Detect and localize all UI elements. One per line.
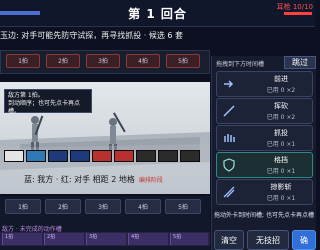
- enemy-queue: 1拍 2拍 3拍 4拍 5拍: [0, 232, 210, 246]
- battle-stage: 敌方第 1拍。 到动顺序；也可先点卡再点槽。 蓝: 我方 · 红: 对手 相距 …: [0, 82, 210, 194]
- grid-tile-enemy[interactable]: [92, 150, 112, 162]
- hp-bar-fill: [284, 12, 312, 15]
- panel-header-text: 拖拽到下方时间槽: [216, 61, 265, 68]
- enemy-queue-cell: 3拍: [86, 233, 126, 245]
- phase-tag: 编排阶段: [138, 177, 163, 184]
- enemy-slot-1[interactable]: 1拍: [6, 54, 40, 68]
- no-attack-button[interactable]: 无技招: [247, 230, 289, 250]
- enemy-queue-cell: 1拍: [2, 233, 42, 245]
- hp-bar: [284, 12, 312, 15]
- tooltip: 敌方第 1拍。 到动顺序；也可先点卡再点槽。: [4, 89, 92, 115]
- dash-icon: [224, 80, 234, 88]
- enemy-slot-5[interactable]: 5拍: [166, 54, 200, 68]
- grid-tile[interactable]: [158, 150, 178, 162]
- grid-tile[interactable]: [180, 150, 200, 162]
- grid-tile[interactable]: [70, 150, 90, 162]
- player-slot-4[interactable]: 4拍: [125, 199, 161, 214]
- ai-hint: 玉边: 对手可能先防守试探，再寻找抓投 · 候选 6 套: [0, 31, 184, 40]
- card-name: 挥砍: [274, 102, 288, 110]
- action-card-shadow-slash[interactable]: 掠影斩 已用 0 ×1: [216, 179, 313, 205]
- enemy-queue-cell: 5拍: [170, 233, 208, 245]
- clear-button[interactable]: 清空: [214, 230, 244, 250]
- enemy-queue-cell: 4拍: [128, 233, 168, 245]
- hp-label: 耳枪 10/10: [276, 3, 313, 11]
- drag-hint: 拖动外卡到时间槽; 也可先点卡再点槽: [214, 212, 314, 219]
- card-name: 掠影斩: [270, 183, 292, 191]
- card-name: 前进: [274, 75, 288, 83]
- card-count: 已用 0 ×2: [266, 87, 296, 94]
- top-bar: 第 1 回合 耳枪 10/10: [0, 0, 315, 27]
- slash-icon: [223, 105, 235, 117]
- grid-tile[interactable]: [48, 150, 68, 162]
- card-count: 已用 0 ×2: [266, 114, 296, 121]
- skip-button[interactable]: 跳过: [284, 56, 316, 69]
- action-card-grab[interactable]: 抓投 已用 0 ×1: [216, 125, 313, 151]
- grid-info: 蓝: 我方 · 红: 对手 相距 2 地格 编排阶段: [24, 174, 210, 186]
- card-count: 已用 0 ×1: [266, 141, 296, 148]
- tooltip-line-1: 敌方第 1拍。: [8, 92, 44, 99]
- grab-icon: [224, 134, 235, 142]
- grid-tile-player[interactable]: [26, 150, 46, 162]
- action-card-slash[interactable]: 挥砍 已用 0 ×2: [216, 98, 313, 124]
- player-slot-1[interactable]: 1拍: [5, 199, 41, 214]
- enemy-slot-4[interactable]: 4拍: [126, 54, 160, 68]
- action-panel: 拖拽到下方时间槽 跳过 前进 已用 0 ×2 挥砍 已用 0 ×2 抓投 已用 …: [211, 56, 316, 250]
- enemy-slot-2[interactable]: 2拍: [46, 54, 80, 68]
- player-slot-2[interactable]: 2拍: [45, 199, 81, 214]
- grid-tile[interactable]: [4, 150, 24, 162]
- enemy-slot-3[interactable]: 3拍: [86, 54, 120, 68]
- confirm-button[interactable]: 确: [292, 230, 316, 250]
- card-count: 已用 0 ×1: [266, 195, 296, 202]
- grid-info-text: 蓝: 我方 · 红: 对手 相距 2 地格: [24, 175, 135, 184]
- panel-header: 拖拽到下方时间槽 跳过: [212, 56, 316, 69]
- player-slot-5[interactable]: 5拍: [165, 199, 201, 214]
- timeline-area: 1拍 2拍 3拍 4拍 5拍 敌方 · 未完成的动作槽 1拍 2拍 3拍 4拍 …: [0, 196, 210, 250]
- player-slot-3[interactable]: 3拍: [85, 199, 121, 214]
- shield-icon: [223, 158, 235, 172]
- card-count: 已用 0 ×1: [266, 168, 296, 175]
- tooltip-line-2: 到动顺序；也可先点卡再点槽。: [8, 100, 81, 115]
- round-title: 第 1 回合: [128, 7, 187, 21]
- enemy-timeline: 1拍 2拍 3拍 4拍 5拍: [0, 50, 210, 74]
- card-name: 抓投: [274, 129, 288, 137]
- action-card-block[interactable]: 格挡 已用 0 ×1: [216, 152, 313, 178]
- grid-tile[interactable]: [136, 150, 156, 162]
- action-card-advance[interactable]: 前进 已用 0 ×2: [216, 71, 313, 97]
- shadow-slash-icon: [223, 186, 235, 198]
- grid-tile[interactable]: [114, 150, 134, 162]
- card-name: 格挡: [274, 156, 288, 164]
- enemy-queue-cell: 2拍: [44, 233, 84, 245]
